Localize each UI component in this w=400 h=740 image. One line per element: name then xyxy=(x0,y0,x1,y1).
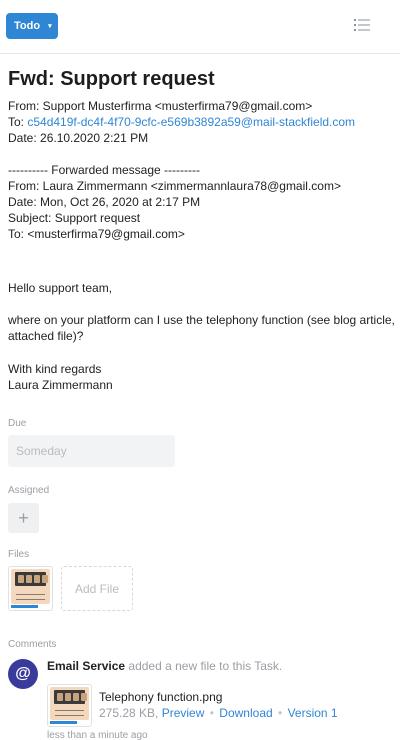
chevron-down-icon: ▾ xyxy=(48,23,52,30)
separator: • xyxy=(209,706,214,720)
separator: • xyxy=(278,706,283,720)
attachment-thumbnail[interactable] xyxy=(47,684,92,727)
attachment-info: Telephony function.png 275.28 KB, Previe… xyxy=(99,684,338,727)
email-from: From: Support Musterfirma <musterfirma79… xyxy=(8,99,313,113)
comment-author[interactable]: Email Service xyxy=(47,659,125,673)
email-date: Date: 26.10.2020 2:21 PM xyxy=(8,131,149,145)
attachment-size: 275.28 KB, xyxy=(99,706,162,720)
task-title: Fwd: Support request xyxy=(8,68,215,90)
due-date-field[interactable]: Someday xyxy=(8,435,175,467)
comments-label: Comments xyxy=(8,639,57,650)
version-link[interactable]: Version 1 xyxy=(288,706,338,720)
message-closing: With kind regards Laura Zimmermann xyxy=(8,361,392,393)
message-greeting: Hello support team, xyxy=(8,281,113,295)
add-file-button[interactable]: Add File xyxy=(61,566,133,611)
attachment-name: Telephony function.png xyxy=(99,690,223,704)
forwarded-header: ---------- Forwarded message --------- xyxy=(8,163,200,177)
email-to-link[interactable]: c54d419f-dc4f-4f70-9cfc-e569b3892a59@mai… xyxy=(27,115,355,129)
email-meta: From: Support Musterfirma <musterfirma79… xyxy=(8,98,392,146)
file-thumbnail[interactable] xyxy=(8,566,53,611)
list-icon[interactable] xyxy=(354,18,370,32)
image-thumbnail-icon xyxy=(50,687,89,720)
add-assignee-button[interactable]: + xyxy=(8,503,39,533)
comment-item: @ Email Service added a new file to this… xyxy=(8,657,392,740)
files-row: Add File xyxy=(8,566,392,611)
comment-attachment: Telephony function.png 275.28 KB, Previe… xyxy=(47,684,392,727)
download-link[interactable]: Download xyxy=(219,706,272,720)
signature: Laura Zimmermann xyxy=(8,378,113,392)
files-label: Files xyxy=(8,549,30,560)
avatar: @ xyxy=(8,659,38,689)
email-to-prefix: To: xyxy=(8,115,28,129)
status-label: Todo xyxy=(14,20,41,32)
forwarded-block: ---------- Forwarded message --------- F… xyxy=(8,162,392,242)
forwarded-subject: Subject: Support request xyxy=(8,211,141,225)
status-dropdown-button[interactable]: Todo ▾ xyxy=(6,13,58,39)
forwarded-from: From: Laura Zimmermann <zimmermannlaura7… xyxy=(8,179,341,193)
comment-header: Email Service added a new file to this T… xyxy=(47,657,392,674)
due-label: Due xyxy=(8,418,27,429)
comment-action: added a new file to this Task. xyxy=(125,659,283,673)
preview-link[interactable]: Preview xyxy=(162,706,205,720)
assigned-label: Assigned xyxy=(8,485,50,496)
email-to: To: c54d419f-dc4f-4f70-9cfc-e569b3892a59… xyxy=(8,114,392,130)
closing-line: With kind regards xyxy=(8,362,102,376)
forwarded-to: To: <musterfirma79@gmail.com> xyxy=(8,227,185,241)
image-thumbnail-icon xyxy=(11,569,50,604)
top-bar: Todo ▾ xyxy=(0,0,400,54)
task-detail: Fwd: Support request From: Support Muste… xyxy=(0,67,400,740)
message-question: where on your platform can I use the tel… xyxy=(8,313,395,343)
forwarded-date: Date: Mon, Oct 26, 2020 at 2:17 PM xyxy=(8,195,201,209)
attachment-meta: 275.28 KB, Preview • Download • Version … xyxy=(99,705,338,721)
comment-timestamp: less than a minute ago xyxy=(47,730,148,740)
